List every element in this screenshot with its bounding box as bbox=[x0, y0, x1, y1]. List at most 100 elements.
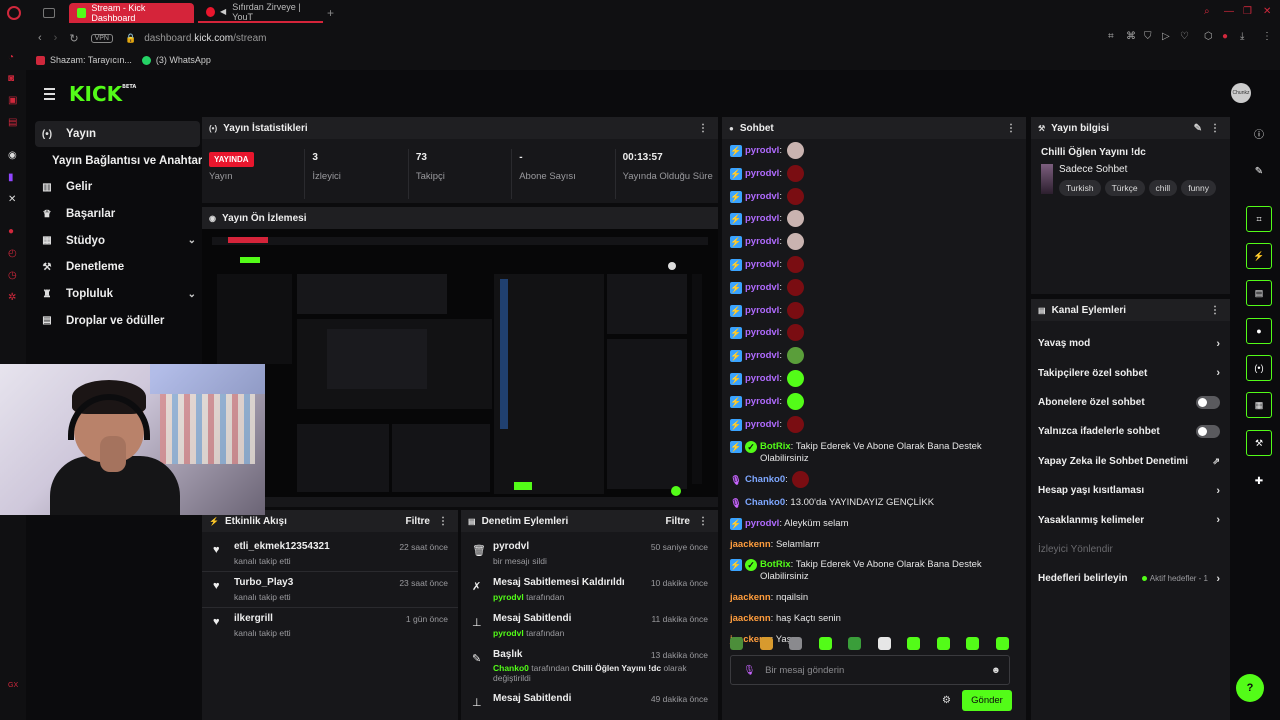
nav-item-moderation[interactable]: ⚒ Denetleme bbox=[35, 254, 200, 280]
chat-username[interactable]: pyrodvl bbox=[745, 518, 779, 529]
chat-username[interactable]: pyrodvl bbox=[745, 191, 779, 202]
download-icon[interactable]: ⤓ bbox=[1240, 31, 1244, 42]
chat-username[interactable]: Chanko0 bbox=[745, 497, 785, 508]
emote-icon[interactable] bbox=[818, 637, 832, 650]
send-button[interactable]: Gönder bbox=[962, 690, 1012, 711]
chat-username[interactable]: pyrodvl bbox=[745, 305, 779, 316]
chat-username[interactable]: pyrodvl bbox=[745, 350, 779, 361]
avatar[interactable]: Chunkz bbox=[1231, 83, 1251, 103]
chat-username[interactable]: pyrodvl bbox=[745, 419, 779, 430]
filter-button[interactable]: Filtre bbox=[406, 516, 430, 527]
reload-icon[interactable]: ↻ bbox=[69, 32, 78, 45]
search-tabs-icon[interactable]: ⌕ bbox=[1204, 6, 1210, 17]
tv-icon[interactable]: ▣ bbox=[8, 96, 18, 106]
more-options-icon[interactable]: ⋮ bbox=[438, 516, 448, 527]
emote-icon[interactable] bbox=[966, 637, 979, 650]
more-options-icon[interactable]: ⋮ bbox=[1210, 305, 1220, 316]
close-window-icon[interactable]: ✕ bbox=[1263, 6, 1271, 17]
chat-username[interactable]: pyrodvl bbox=[745, 168, 779, 179]
microphone-icon[interactable]: 🎙 bbox=[743, 665, 755, 676]
tab-kick-dashboard[interactable]: Stream - Kick Dashboard bbox=[69, 3, 194, 23]
chat-username[interactable]: pyrodvl bbox=[745, 373, 779, 384]
action-followers-only[interactable]: Takipçilere özel sohbet › bbox=[1031, 358, 1230, 387]
edit-icon[interactable]: ✎ bbox=[1194, 123, 1202, 134]
action-account-age[interactable]: Hesap yaşı kısıtlaması › bbox=[1031, 476, 1230, 505]
chat-username[interactable]: pyrodvl bbox=[745, 213, 779, 224]
more-options-icon[interactable]: ⋮ bbox=[1006, 123, 1016, 134]
chat-username[interactable]: pyrodvl bbox=[745, 145, 779, 156]
chat-input[interactable]: 🎙 Bir mesaj gönderin ☻ bbox=[730, 655, 1010, 685]
discord-icon[interactable]: ◉ bbox=[8, 151, 18, 161]
extensions-icon[interactable]: ⬡ bbox=[1204, 31, 1213, 42]
wrench-icon[interactable]: ⚒ bbox=[1246, 430, 1272, 456]
action-slow-mode[interactable]: Yavaş mod › bbox=[1031, 329, 1230, 358]
minimize-icon[interactable]: — bbox=[1224, 6, 1234, 17]
filter-button[interactable]: Filtre bbox=[666, 516, 690, 527]
chat-username[interactable]: jaackenn bbox=[730, 613, 771, 624]
bookmark-shazam[interactable]: Shazam: Tarayıcın... bbox=[36, 55, 132, 65]
chat-username[interactable]: pyrodvl bbox=[745, 259, 779, 270]
chat-username[interactable]: pyrodvl bbox=[745, 396, 779, 407]
chat-username[interactable]: jaackenn bbox=[730, 592, 771, 603]
clipboard-icon[interactable]: ▤ bbox=[1246, 280, 1272, 306]
play-icon[interactable]: ▷ bbox=[1162, 31, 1170, 42]
history-icon[interactable]: ◴ bbox=[8, 249, 18, 259]
snapshot-icon[interactable]: ⌗ bbox=[1108, 31, 1114, 42]
opera-logo-icon[interactable] bbox=[7, 6, 21, 20]
clip-icon[interactable]: ⌗ bbox=[1246, 206, 1272, 232]
nav-item-drops[interactable]: ▤ Droplar ve ödüller bbox=[35, 308, 200, 334]
bookmark-whatsapp[interactable]: (3) WhatsApp bbox=[141, 55, 211, 65]
more-options-icon[interactable]: ⋮ bbox=[698, 516, 708, 527]
emote-icon[interactable] bbox=[759, 637, 773, 650]
more-options-icon[interactable]: ⋮ bbox=[698, 123, 708, 134]
messenger-icon[interactable]: ● bbox=[8, 227, 18, 237]
nav-item-achievements[interactable]: ♛ Başarılar bbox=[35, 201, 200, 227]
hamburger-menu-icon[interactable] bbox=[44, 88, 55, 103]
nav-item-revenue[interactable]: ▥ Gelir bbox=[35, 174, 200, 200]
menu-icon[interactable]: ⋮ bbox=[1262, 31, 1272, 42]
crop-icon[interactable]: ⌘ bbox=[1126, 31, 1136, 42]
gx-icon[interactable]: GX bbox=[8, 681, 18, 691]
subscribers-only-toggle[interactable] bbox=[1196, 395, 1220, 409]
maximize-icon[interactable]: ❐ bbox=[1243, 6, 1252, 17]
chat-username[interactable]: BotRix bbox=[760, 559, 791, 570]
nav-item-community[interactable]: ♜ Topluluk ⌄ bbox=[35, 281, 200, 307]
emote-icon[interactable] bbox=[877, 637, 891, 650]
url-field[interactable]: dashboard.kick.com/stream bbox=[144, 33, 266, 44]
emote-icon[interactable] bbox=[907, 637, 920, 650]
shield-icon[interactable]: ⛉ bbox=[1144, 31, 1152, 42]
tab-overview-icon[interactable] bbox=[43, 8, 55, 18]
new-tab-button[interactable]: + bbox=[327, 6, 334, 20]
vpn-badge[interactable]: VPN bbox=[90, 33, 113, 43]
lock-icon[interactable]: 🔒 bbox=[125, 33, 136, 44]
edit-icon[interactable]: ✎ bbox=[1246, 158, 1272, 184]
back-icon[interactable]: ‹ bbox=[38, 32, 42, 44]
chat-settings-icon[interactable]: ⚙ bbox=[942, 695, 951, 706]
heart-icon[interactable]: ♡ bbox=[1180, 31, 1189, 42]
help-button[interactable]: ? bbox=[1236, 674, 1264, 702]
nav-item-stream[interactable]: (•) Yayın bbox=[35, 121, 200, 147]
emote-icon[interactable] bbox=[789, 637, 802, 650]
more-options-icon[interactable]: ⋮ bbox=[1210, 123, 1220, 134]
aria-icon[interactable]: ◔ bbox=[8, 53, 18, 63]
nav-item-studio[interactable]: ▦ Stüdyo ⌄ bbox=[35, 228, 200, 254]
broadcast-icon[interactable]: (•) bbox=[1246, 355, 1272, 381]
tab-youtube[interactable]: ◀ Sıfırdan Zirveye | YouT bbox=[198, 2, 323, 23]
chat-username[interactable]: pyrodvl bbox=[745, 282, 779, 293]
forward-icon[interactable]: › bbox=[54, 32, 58, 44]
chat-username[interactable]: pyrodvl bbox=[745, 327, 779, 338]
action-goals[interactable]: Hedefleri belirleyin Aktif hedefler - 1 › bbox=[1031, 564, 1230, 593]
nav-item-stream-key[interactable]: Yayın Bağlantısı ve Anahtarı bbox=[35, 148, 206, 174]
news-icon[interactable]: ▤ bbox=[8, 118, 18, 128]
emote-icon[interactable] bbox=[730, 637, 743, 650]
twitch-icon[interactable]: ▮ bbox=[8, 173, 18, 183]
info-icon[interactable]: ⓘ bbox=[1246, 120, 1272, 146]
chat-username[interactable]: jaackenn bbox=[730, 539, 771, 550]
bag-icon[interactable]: ◙ bbox=[8, 74, 18, 84]
add-widget-icon[interactable]: ✚ bbox=[1246, 468, 1272, 494]
profile-icon[interactable]: ● bbox=[1222, 31, 1228, 42]
chat-username[interactable]: pyrodvl bbox=[745, 236, 779, 247]
lightning-icon[interactable]: ⚡ bbox=[1246, 243, 1272, 269]
kick-logo[interactable]: KICKBETA bbox=[69, 82, 136, 106]
history-icon[interactable]: ◷ bbox=[8, 271, 18, 281]
